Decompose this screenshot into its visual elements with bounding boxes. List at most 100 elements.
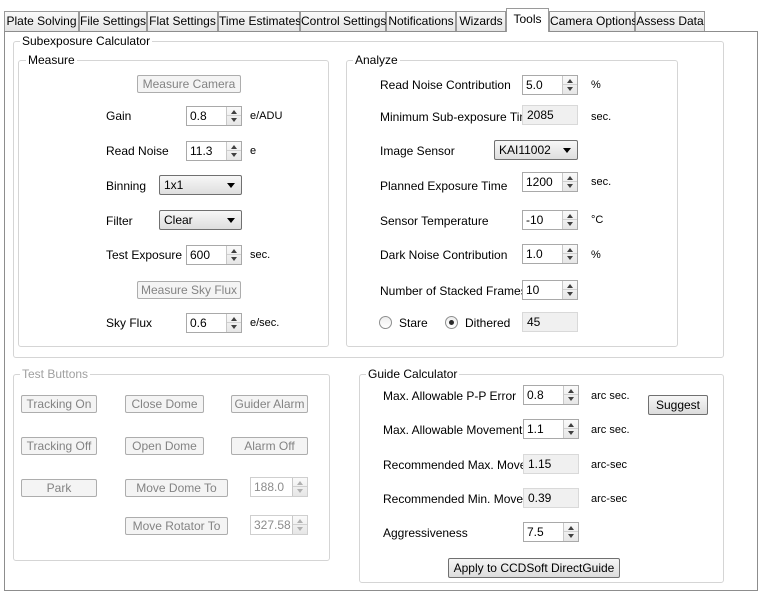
spin-down-icon[interactable] xyxy=(567,87,573,91)
spin-down-icon[interactable] xyxy=(297,489,303,493)
test-exposure-label: Test Exposure xyxy=(106,248,183,262)
max-movement-value: 1.1 xyxy=(527,422,544,436)
measure-sky-flux-button[interactable]: Measure Sky Flux xyxy=(137,281,241,299)
spin-down-icon[interactable] xyxy=(567,184,573,188)
image-sensor-select[interactable]: KAI11002 xyxy=(494,140,578,160)
close-dome-button[interactable]: Close Dome xyxy=(125,395,204,413)
recommended-max-move-unit: arc-sec xyxy=(591,459,628,471)
spin-up-icon[interactable] xyxy=(231,249,237,253)
sky-flux-spinner[interactable]: 0.6 xyxy=(186,313,242,333)
move-rotator-to-button[interactable]: Move Rotator To xyxy=(125,517,228,535)
max-pp-error-unit: arc sec. xyxy=(591,390,630,402)
apply-ccdsoft-directguide-button[interactable]: Apply to CCDSoft DirectGuide xyxy=(448,558,620,578)
tab-wizards[interactable]: Wizards xyxy=(456,11,506,31)
planned-exposure-time-value: 1200 xyxy=(526,175,553,189)
tab-assess-data[interactable]: Assess Data xyxy=(635,11,705,31)
binning-select[interactable]: 1x1 xyxy=(159,175,242,195)
spin-down-icon[interactable] xyxy=(567,292,573,296)
read-noise-contribution-spinner[interactable]: 5.0 xyxy=(522,75,578,95)
max-movement-label: Max. Allowable Movement xyxy=(383,423,523,437)
tab-tools[interactable]: Tools xyxy=(506,8,549,32)
subexposure-calculator-title: Subexposure Calculator xyxy=(20,34,153,48)
test-exposure-unit: sec. xyxy=(250,249,271,261)
spin-down-icon[interactable] xyxy=(231,325,237,329)
dome-position-spinner[interactable]: 188.0 xyxy=(250,477,308,497)
tracking-off-button[interactable]: Tracking Off xyxy=(21,437,97,455)
tab-flat-settings[interactable]: Flat Settings xyxy=(147,11,218,31)
sky-flux-value: 0.6 xyxy=(190,316,207,330)
spin-up-icon[interactable] xyxy=(567,248,573,252)
spin-down-icon[interactable] xyxy=(568,431,574,435)
max-pp-error-spinner[interactable]: 0.8 xyxy=(523,385,579,405)
chevron-down-icon xyxy=(227,218,235,223)
stare-label[interactable]: Stare xyxy=(399,316,428,330)
tracking-on-button[interactable]: Tracking On xyxy=(21,395,97,413)
measure-group xyxy=(18,60,329,347)
sky-flux-label: Sky Flux xyxy=(106,316,153,330)
spin-down-icon[interactable] xyxy=(297,527,303,531)
dithered-label[interactable]: Dithered xyxy=(465,316,510,330)
min-subexposure-time-label: Minimum Sub-exposure Time xyxy=(380,110,537,124)
filter-value: Clear xyxy=(164,213,193,227)
guider-alarm-button[interactable]: Guider Alarm xyxy=(231,395,308,413)
min-subexposure-time-unit: sec. xyxy=(591,111,612,123)
spin-down-icon[interactable] xyxy=(568,397,574,401)
move-dome-to-button[interactable]: Move Dome To xyxy=(125,479,228,497)
spin-down-icon[interactable] xyxy=(568,534,574,538)
chevron-down-icon xyxy=(227,183,235,188)
read-noise-label: Read Noise xyxy=(106,144,169,158)
aggressiveness-spinner[interactable]: 7.5 xyxy=(523,522,579,542)
binning-value: 1x1 xyxy=(164,178,184,192)
spin-up-icon[interactable] xyxy=(567,79,573,83)
park-button[interactable]: Park xyxy=(21,479,97,497)
spin-down-icon[interactable] xyxy=(231,153,237,157)
tab-file-settings[interactable]: File Settings xyxy=(79,11,147,31)
max-movement-spinner[interactable]: 1.1 xyxy=(523,419,579,439)
spin-up-icon[interactable] xyxy=(568,526,574,530)
spin-up-icon[interactable] xyxy=(231,110,237,114)
planned-exposure-time-label: Planned Exposure Time xyxy=(380,179,508,193)
rotator-position-value: 327.58 xyxy=(254,518,291,532)
tab-plate-solving[interactable]: Plate Solving xyxy=(4,11,79,31)
test-exposure-spinner[interactable]: 600 xyxy=(186,245,242,265)
chevron-down-icon xyxy=(563,148,571,153)
alarm-off-button[interactable]: Alarm Off xyxy=(231,437,308,455)
stare-radio[interactable] xyxy=(379,316,392,329)
read-noise-unit: e xyxy=(250,145,257,157)
spin-down-icon[interactable] xyxy=(567,256,573,260)
spin-up-icon[interactable] xyxy=(568,389,574,393)
test-buttons-title: Test Buttons xyxy=(20,367,91,381)
min-subexposure-time-value: 2085 xyxy=(522,105,578,125)
read-noise-spinner[interactable]: 11.3 xyxy=(186,141,242,161)
spin-down-icon[interactable] xyxy=(231,118,237,122)
dithered-radio[interactable] xyxy=(445,316,458,329)
spin-up-icon[interactable] xyxy=(568,423,574,427)
gain-spinner[interactable]: 0.8 xyxy=(186,106,242,126)
recommended-min-move-label: Recommended Min. Move xyxy=(383,492,524,506)
stacked-frames-spinner[interactable]: 10 xyxy=(522,280,578,300)
spin-up-icon[interactable] xyxy=(297,519,303,523)
tab-time-estimates[interactable]: Time Estimates xyxy=(218,11,301,31)
sensor-temperature-spinner[interactable]: -10 xyxy=(522,210,578,230)
open-dome-button[interactable]: Open Dome xyxy=(125,437,204,455)
spin-up-icon[interactable] xyxy=(567,214,573,218)
recommended-max-move-value: 1.15 xyxy=(523,454,579,474)
tab-camera-options[interactable]: Camera Options xyxy=(549,11,637,31)
spin-down-icon[interactable] xyxy=(567,222,573,226)
filter-select[interactable]: Clear xyxy=(159,210,242,230)
suggest-button[interactable]: Suggest xyxy=(648,395,708,415)
measure-camera-button[interactable]: Measure Camera xyxy=(137,75,241,93)
sensor-temperature-unit: °C xyxy=(591,214,604,226)
spin-down-icon[interactable] xyxy=(231,257,237,261)
spin-up-icon[interactable] xyxy=(231,145,237,149)
tab-notifications[interactable]: Notifications xyxy=(386,11,456,31)
tab-control-settings[interactable]: Control Settings xyxy=(300,11,386,31)
spin-up-icon[interactable] xyxy=(567,284,573,288)
spin-up-icon[interactable] xyxy=(231,317,237,321)
analyze-group xyxy=(346,60,678,347)
dark-noise-contribution-spinner[interactable]: 1.0 xyxy=(522,244,578,264)
planned-exposure-time-spinner[interactable]: 1200 xyxy=(522,172,578,192)
spin-up-icon[interactable] xyxy=(297,481,303,485)
rotator-position-spinner[interactable]: 327.58 xyxy=(250,515,308,535)
spin-up-icon[interactable] xyxy=(567,176,573,180)
